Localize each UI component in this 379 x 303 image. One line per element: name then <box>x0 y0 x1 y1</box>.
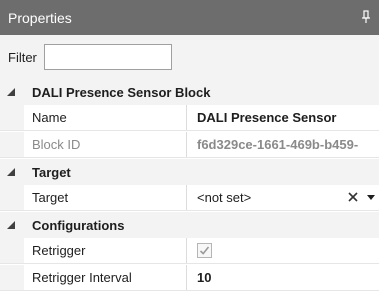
property-row-block-id[interactable]: Block ID f6d329ce-1661-469b-b459- <box>0 132 379 158</box>
property-value: f6d329ce-1661-469b-b459- <box>197 137 359 152</box>
row-gutter <box>0 238 24 263</box>
property-name: Retrigger Interval <box>24 265 187 290</box>
filter-label: Filter <box>8 49 37 65</box>
row-gutter <box>0 265 24 290</box>
property-value: <not set> <box>197 190 252 205</box>
category-label: Target <box>32 164 71 180</box>
target-dropdown[interactable]: <not set> <box>187 185 379 210</box>
filter-bar: Filter <box>0 35 379 79</box>
row-gutter <box>0 105 24 130</box>
pin-icon[interactable] <box>361 10 371 24</box>
category-target[interactable]: Target <box>0 159 379 185</box>
property-grid: DALI Presence Sensor Block Name DALI Pre… <box>0 79 379 303</box>
panel-title: Properties <box>8 9 72 26</box>
category-label: Configurations <box>32 217 125 233</box>
collapse-triangle-icon[interactable] <box>4 221 18 229</box>
property-name: Block ID <box>24 132 187 157</box>
row-gutter <box>0 132 24 157</box>
properties-titlebar: Properties <box>0 0 379 35</box>
property-name: Retrigger <box>24 238 187 263</box>
property-row-retrigger[interactable]: Retrigger <box>0 238 379 264</box>
property-row-name[interactable]: Name DALI Presence Sensor <box>0 105 379 131</box>
property-row-target[interactable]: Target <not set> <box>0 185 379 211</box>
property-value[interactable]: 10 <box>187 265 379 290</box>
property-row-retrigger-interval[interactable]: Retrigger Interval 10 <box>0 265 379 291</box>
clear-icon[interactable] <box>347 191 359 203</box>
property-value[interactable] <box>187 238 379 263</box>
property-name: Target <box>24 185 187 210</box>
target-value-wrapper: <not set> <box>197 185 379 210</box>
category-configurations[interactable]: Configurations <box>0 212 379 238</box>
dropdown-arrow-icon[interactable] <box>367 195 375 201</box>
checkbox-checked-icon <box>199 246 210 255</box>
category-label: DALI Presence Sensor Block <box>32 84 211 100</box>
collapse-triangle-icon[interactable] <box>4 168 18 176</box>
row-gutter <box>0 185 24 210</box>
property-name: Name <box>24 105 187 130</box>
collapse-triangle-icon[interactable] <box>4 88 18 96</box>
property-value[interactable]: DALI Presence Sensor <box>187 105 379 130</box>
retrigger-checkbox[interactable] <box>197 243 212 258</box>
filter-input[interactable] <box>43 44 172 70</box>
category-dali-presence-sensor-block[interactable]: DALI Presence Sensor Block <box>0 79 379 105</box>
